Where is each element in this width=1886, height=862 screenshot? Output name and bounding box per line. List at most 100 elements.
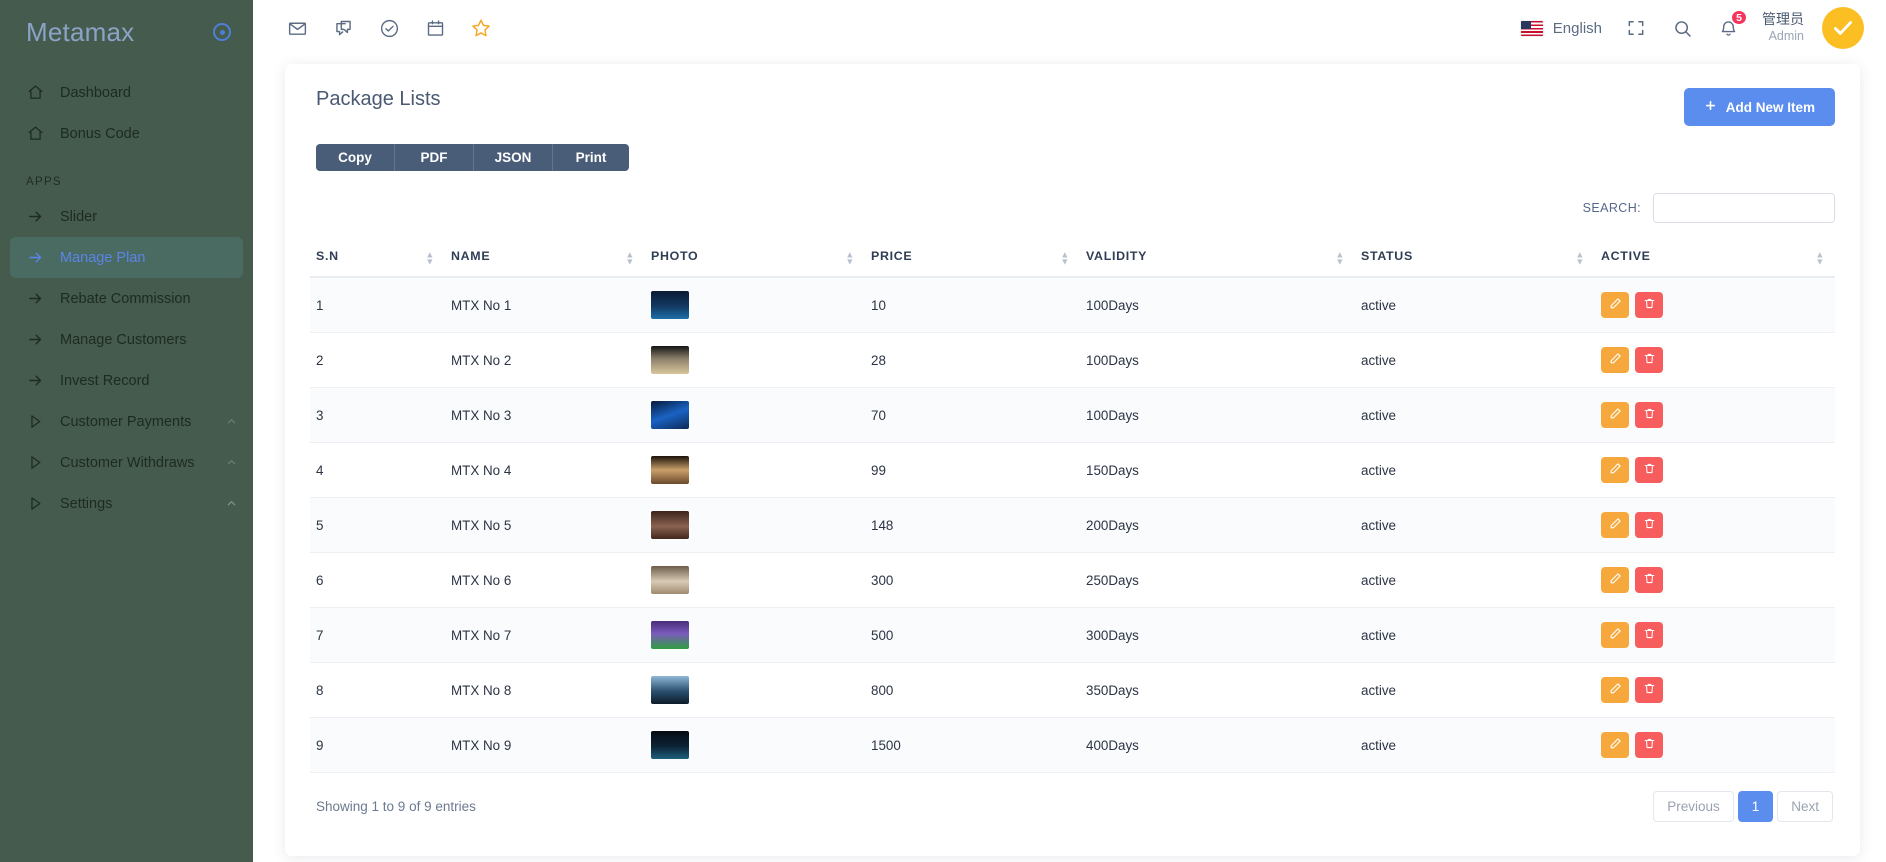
sort-icon[interactable]: ▲ ▼ [1060,250,1070,266]
sort-icon[interactable]: ▲ ▼ [625,250,635,266]
sidebar-section-apps: APPS [26,176,62,188]
search-icon[interactable] [1670,16,1694,40]
json-button[interactable]: JSON [474,144,553,171]
cell-price: 148 [865,497,1080,553]
home-icon [26,125,44,143]
add-new-item-label: Add New Item [1725,99,1815,115]
sidebar-item-bonus-code[interactable]: Bonus Code [0,113,243,154]
column-header-sn[interactable]: S.N ▲ ▼ [310,239,445,278]
delete-row-button[interactable] [1635,457,1663,483]
trash-icon [1643,297,1656,313]
sidebar: Metamax Dashboard Bonus Code APPS Slider… [0,0,253,862]
delete-row-button[interactable] [1635,402,1663,428]
check-circle-icon[interactable] [377,16,401,40]
add-new-item-button[interactable]: Add New Item [1683,88,1835,126]
thumbnail-person-city[interactable] [651,676,689,704]
search-input[interactable] [1653,193,1835,223]
delete-row-button[interactable] [1635,732,1663,758]
column-header-active[interactable]: ACTIVE ▲ ▼ [1595,239,1835,278]
edit-row-button[interactable] [1601,347,1629,373]
sort-icon[interactable]: ▲ ▼ [1575,250,1585,266]
pdf-button[interactable]: PDF [395,144,474,171]
page-1-button[interactable]: 1 [1737,791,1774,822]
cell-name: MTX No 7 [445,607,645,663]
star-icon[interactable] [469,16,493,40]
column-header-price[interactable]: PRICE ▲ ▼ [865,239,1080,278]
package-lists-card: Package Lists Add New Item Copy PDF JSON… [285,64,1860,856]
table-header: S.N ▲ ▼ NAME ▲ ▼ PHOTO ▲ ▼ PRICE ▲ ▼ VAL… [310,239,1835,278]
language-selector[interactable]: English [1520,20,1602,37]
copy-button[interactable]: Copy [316,144,395,171]
edit-row-button[interactable] [1601,512,1629,538]
delete-row-button[interactable] [1635,622,1663,648]
cell-status: active [1355,387,1595,443]
column-header-status[interactable]: STATUS ▲ ▼ [1355,239,1595,278]
delete-row-button[interactable] [1635,347,1663,373]
delete-row-button[interactable] [1635,512,1663,538]
edit-row-button[interactable] [1601,567,1629,593]
print-button[interactable]: Print [553,144,629,171]
cell-name: MTX No 9 [445,717,645,773]
avatar[interactable] [1822,7,1864,49]
delete-row-button[interactable] [1635,677,1663,703]
thumbnail-blue-circuit[interactable] [651,401,689,429]
column-label: S.N [316,249,339,263]
mail-icon[interactable] [285,16,309,40]
target-dot-icon[interactable] [213,23,231,41]
chat-icon[interactable] [331,16,355,40]
chevron-up-icon [226,498,243,509]
thumbnail-night-lights[interactable] [651,731,689,759]
cell-actions [1595,442,1835,498]
sidebar-item-manage-customers[interactable]: Manage Customers [0,319,243,360]
notifications-button[interactable]: 5 [1716,9,1748,40]
trash-icon [1643,352,1656,368]
sort-icon[interactable]: ▲ ▼ [425,250,435,266]
sidebar-item-settings[interactable]: Settings [0,483,243,524]
cell-photo [645,662,865,718]
topbar-left-icons [285,16,493,40]
table-row: 4 MTX No 4 99 150Days active [310,442,1835,498]
column-header-validity[interactable]: VALIDITY ▲ ▼ [1080,239,1355,278]
previous-page-button[interactable]: Previous [1653,791,1734,822]
cell-sn: 1 [310,277,445,333]
edit-row-button[interactable] [1601,677,1629,703]
us-flag-icon [1520,20,1543,36]
sort-icon[interactable]: ▲ ▼ [1335,250,1345,266]
sidebar-item-customer-payments[interactable]: Customer Payments [0,401,243,442]
pencil-icon [1609,627,1622,643]
sidebar-item-customer-withdraws[interactable]: Customer Withdraws [0,442,243,483]
sort-icon[interactable]: ▲ ▼ [1815,250,1825,266]
edit-row-button[interactable] [1601,402,1629,428]
thumbnail-portrait[interactable] [651,511,689,539]
sidebar-item-manage-plan[interactable]: Manage Plan [10,237,243,278]
user-menu[interactable]: 管理员 Admin [1762,11,1804,44]
fullscreen-icon[interactable] [1624,16,1648,40]
sort-icon[interactable]: ▲ ▼ [845,250,855,266]
edit-row-button[interactable] [1601,622,1629,648]
table-row: 6 MTX No 6 300 250Days active [310,552,1835,608]
calendar-icon[interactable] [423,16,447,40]
thumbnail-football-field[interactable] [651,621,689,649]
column-label: STATUS [1361,249,1413,263]
search-row: SEARCH: [310,193,1835,223]
edit-row-button[interactable] [1601,732,1629,758]
thumbnail-people-indoor[interactable] [651,456,689,484]
sidebar-item-invest-record[interactable]: Invest Record [0,360,243,401]
thumbnail-interior-beige[interactable] [651,566,689,594]
sidebar-item-dashboard[interactable]: Dashboard [0,72,243,113]
delete-row-button[interactable] [1635,567,1663,593]
column-header-name[interactable]: NAME ▲ ▼ [445,239,645,278]
column-header-photo[interactable]: PHOTO ▲ ▼ [645,239,865,278]
delete-row-button[interactable] [1635,292,1663,318]
table-row: 7 MTX No 7 500 300Days active [310,607,1835,663]
cell-sn: 7 [310,607,445,663]
brand-name: Metamax [26,16,135,47]
thumbnail-dark-blue-tech[interactable] [651,291,689,319]
cell-name: MTX No 4 [445,442,645,498]
sidebar-item-rebate-commission[interactable]: Rebate Commission [0,278,243,319]
next-page-button[interactable]: Next [1777,791,1833,822]
sidebar-item-slider[interactable]: Slider [0,196,243,237]
thumbnail-building-sunset[interactable] [651,346,689,374]
edit-row-button[interactable] [1601,292,1629,318]
edit-row-button[interactable] [1601,457,1629,483]
